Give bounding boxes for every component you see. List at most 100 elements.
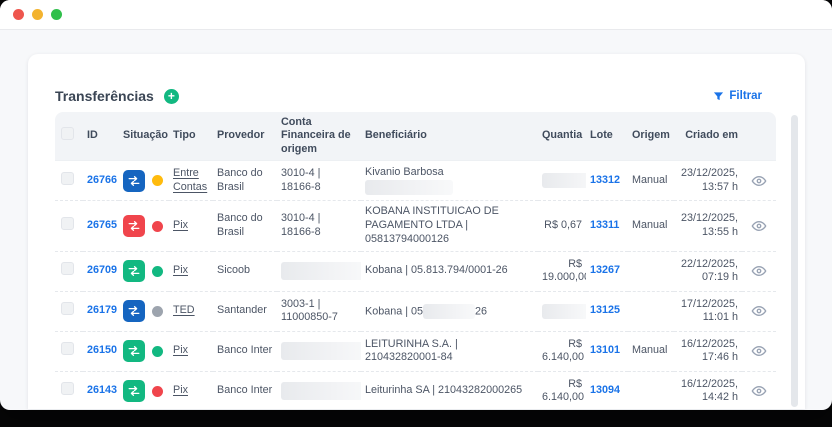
criado-em-cell: 23/12/2025, 13:55 h	[674, 200, 742, 252]
beneficiario-cell: LEITURINHA S.A. | 210432820001-84	[361, 330, 538, 372]
transfers-card: Transferências + Filtrar ID Situação Tip…	[28, 54, 805, 409]
origem-cell: Manual	[628, 330, 674, 372]
provedor-cell: Banco Inter	[213, 370, 277, 409]
plus-icon: +	[167, 88, 175, 103]
status-dot	[152, 305, 163, 317]
lote-link[interactable]: 13312	[590, 174, 620, 186]
provedor-cell: Banco do Brasil	[213, 200, 277, 252]
conta-cell: 3010-4 | 18166-8	[277, 160, 361, 201]
row-checkbox[interactable]	[61, 262, 74, 276]
row-checkbox[interactable]	[61, 217, 74, 231]
transfer-id-link[interactable]: 26143	[87, 384, 117, 396]
column-header-quantia: Quantia	[538, 112, 586, 161]
quantia-cell: R$ 6.140,00	[538, 370, 586, 409]
row-checkbox[interactable]	[61, 172, 74, 186]
transfer-id-link[interactable]: 26150	[87, 344, 117, 356]
lote-link[interactable]: 13311	[590, 219, 619, 231]
lote-link[interactable]: 13267	[590, 264, 620, 276]
filter-button[interactable]: Filtrar	[713, 90, 776, 102]
transfer-arrows-icon	[123, 260, 145, 283]
provedor-cell: Banco Inter	[213, 330, 277, 372]
criado-em-cell: 23/12/2025, 13:57 h	[674, 160, 742, 201]
table-row: 26766 Entre Contas Banco do Brasil 3010-…	[55, 160, 776, 201]
view-button[interactable]	[751, 218, 767, 234]
redacted-text	[542, 303, 586, 319]
page-title: Transferências	[55, 88, 154, 104]
transfer-arrows-icon	[123, 215, 145, 238]
transfer-id-link[interactable]: 26765	[87, 219, 117, 231]
conta-cell	[277, 250, 361, 292]
view-button[interactable]	[751, 173, 767, 189]
view-button[interactable]	[751, 383, 767, 399]
origem-cell: Manual	[628, 160, 674, 201]
column-header-id: ID	[83, 112, 119, 161]
status-dot	[152, 265, 163, 277]
eye-icon	[751, 306, 767, 317]
column-header-conta: Conta Financeira de origem	[277, 112, 361, 161]
close-button[interactable]	[13, 9, 24, 20]
column-header-situacao: Situação	[119, 112, 169, 161]
eye-icon	[751, 266, 767, 277]
criado-em-cell: 16/12/2025, 14:42 h	[674, 370, 742, 409]
view-button[interactable]	[751, 303, 767, 319]
tipo-link[interactable]: Pix	[173, 384, 188, 396]
view-button[interactable]	[751, 263, 767, 279]
redacted-text	[281, 262, 361, 281]
transfer-arrows-icon	[123, 169, 145, 192]
table-row: 26765 Pix Banco do Brasil 3010-4 | 18166…	[55, 200, 776, 252]
beneficiario-cell: Leiturinha SA | 21043282000265	[361, 370, 538, 409]
beneficiario-cell: Kobana | 05.813.794/0001-26	[361, 250, 538, 292]
row-checkbox[interactable]	[61, 342, 74, 356]
table-row: 26709 Pix Sicoob Kobana | 05.813.794/000…	[55, 250, 776, 292]
transfer-id-link[interactable]: 26709	[87, 264, 117, 276]
tipo-link[interactable]: Pix	[173, 264, 188, 276]
minimize-button[interactable]	[32, 9, 43, 20]
criado-em-cell: 17/12/2025, 11:01 h	[674, 290, 742, 332]
quantia-cell	[538, 160, 586, 201]
row-checkbox[interactable]	[61, 382, 74, 396]
filter-label: Filtrar	[729, 90, 762, 102]
quantia-cell: R$ 6.140,00	[538, 330, 586, 372]
table-header-row: ID Situação Tipo Provedor Conta Financei…	[55, 112, 776, 161]
table-row: 26179 TED Santander 3003-1 | 11000850-7 …	[55, 290, 776, 332]
column-header-criado-em: Criado em	[674, 112, 742, 161]
origem-cell: Manual	[628, 200, 674, 252]
scrollbar-thumb[interactable]	[791, 115, 798, 407]
provedor-cell: Santander	[213, 290, 277, 332]
redacted-text	[423, 303, 476, 319]
tipo-link[interactable]: Pix	[173, 344, 188, 356]
conta-cell: 3010-4 | 18166-8	[277, 200, 361, 252]
conta-cell	[277, 330, 361, 372]
status-dot	[152, 345, 163, 357]
provedor-cell: Banco do Brasil	[213, 160, 277, 201]
quantia-cell: R$ 19.000,00	[538, 250, 586, 292]
transfer-id-link[interactable]: 26179	[87, 304, 117, 316]
conta-cell	[277, 370, 361, 409]
add-transfer-button[interactable]: +	[163, 88, 179, 104]
origem-cell	[628, 250, 674, 292]
lote-link[interactable]: 13125	[590, 304, 620, 316]
row-checkbox[interactable]	[61, 302, 74, 316]
eye-icon	[751, 221, 767, 232]
transfer-arrows-icon	[123, 300, 145, 323]
select-all-checkbox[interactable]	[61, 127, 74, 141]
view-button[interactable]	[751, 343, 767, 359]
maximize-button[interactable]	[51, 9, 62, 20]
origem-cell	[628, 290, 674, 332]
criado-em-cell: 16/12/2025, 17:46 h	[674, 330, 742, 372]
page-content: Transferências + Filtrar ID Situação Tip…	[0, 30, 832, 409]
tipo-link[interactable]: Entre Contas	[173, 167, 207, 193]
app-window: Transferências + Filtrar ID Situação Tip…	[0, 0, 832, 410]
column-header-beneficiario: Beneficiário	[361, 112, 538, 161]
eye-icon	[751, 175, 767, 186]
transfer-arrows-icon	[123, 340, 145, 363]
lote-link[interactable]: 13101	[590, 344, 620, 356]
lote-link[interactable]: 13094	[590, 384, 620, 396]
tipo-link[interactable]: Pix	[173, 219, 188, 231]
status-dot	[152, 175, 163, 187]
origem-cell	[628, 370, 674, 409]
transfer-id-link[interactable]: 26766	[87, 174, 117, 186]
tipo-link[interactable]: TED	[173, 304, 195, 316]
transfers-table: ID Situação Tipo Provedor Conta Financei…	[55, 112, 776, 409]
table-row: 26143 Pix Banco Inter Leiturinha SA | 21…	[55, 370, 776, 409]
